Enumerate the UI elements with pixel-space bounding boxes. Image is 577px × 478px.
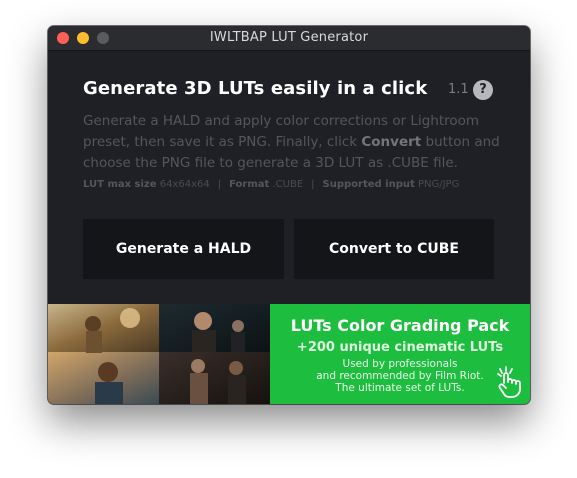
format-label: Format bbox=[229, 179, 270, 190]
promo-banner[interactable]: LUTs Color Grading Pack +200 unique cine… bbox=[48, 304, 530, 404]
help-button[interactable]: ? bbox=[473, 80, 493, 100]
specs-line: LUT max size 64x64x64 | Format .CUBE | Suppo… bbox=[83, 179, 459, 190]
promo-panel[interactable]: LUTs Color Grading Pack +200 unique cine… bbox=[270, 304, 530, 404]
promo-photo-collage bbox=[48, 304, 270, 404]
supported-input-label: Supported input bbox=[322, 179, 415, 190]
promo-title: LUTs Color Grading Pack bbox=[290, 316, 510, 335]
convert-to-cube-button[interactable]: Convert to CUBE bbox=[294, 219, 494, 279]
title-bar[interactable]: IWLTBAP LUT Generator bbox=[48, 26, 530, 51]
lut-size-value: 64x64x64 bbox=[159, 179, 210, 190]
separator: | bbox=[311, 179, 315, 190]
page-title: Generate 3D LUTs easily in a click bbox=[83, 78, 428, 99]
version-label: 1.1 bbox=[448, 82, 469, 97]
window-title: IWLTBAP LUT Generator bbox=[209, 30, 369, 45]
supported-input-value: PNG/JPG bbox=[417, 179, 460, 190]
format-value: .CUBE bbox=[272, 179, 304, 190]
question-icon: ? bbox=[479, 82, 487, 97]
description-convert-word: Convert bbox=[361, 134, 422, 150]
separator: | bbox=[217, 179, 222, 190]
promo-subtitle: +200 unique cinematic LUTs bbox=[296, 340, 504, 355]
app-window: IWLTBAP LUT Generator Generate 3D LUTs e… bbox=[48, 26, 530, 404]
lut-size-label: LUT max size bbox=[83, 179, 157, 190]
promo-line: and recommended by Film Riot. bbox=[316, 370, 484, 382]
promo-description: Used by professionals and recommended by… bbox=[270, 358, 530, 394]
promo-line: Used by professionals bbox=[342, 358, 458, 370]
promo-line: The ultimate set of LUTs. bbox=[335, 382, 465, 394]
description: Generate a HALD and apply color correcti… bbox=[83, 111, 503, 174]
generate-hald-button[interactable]: Generate a HALD bbox=[83, 219, 284, 279]
click-hand-icon bbox=[497, 366, 521, 398]
